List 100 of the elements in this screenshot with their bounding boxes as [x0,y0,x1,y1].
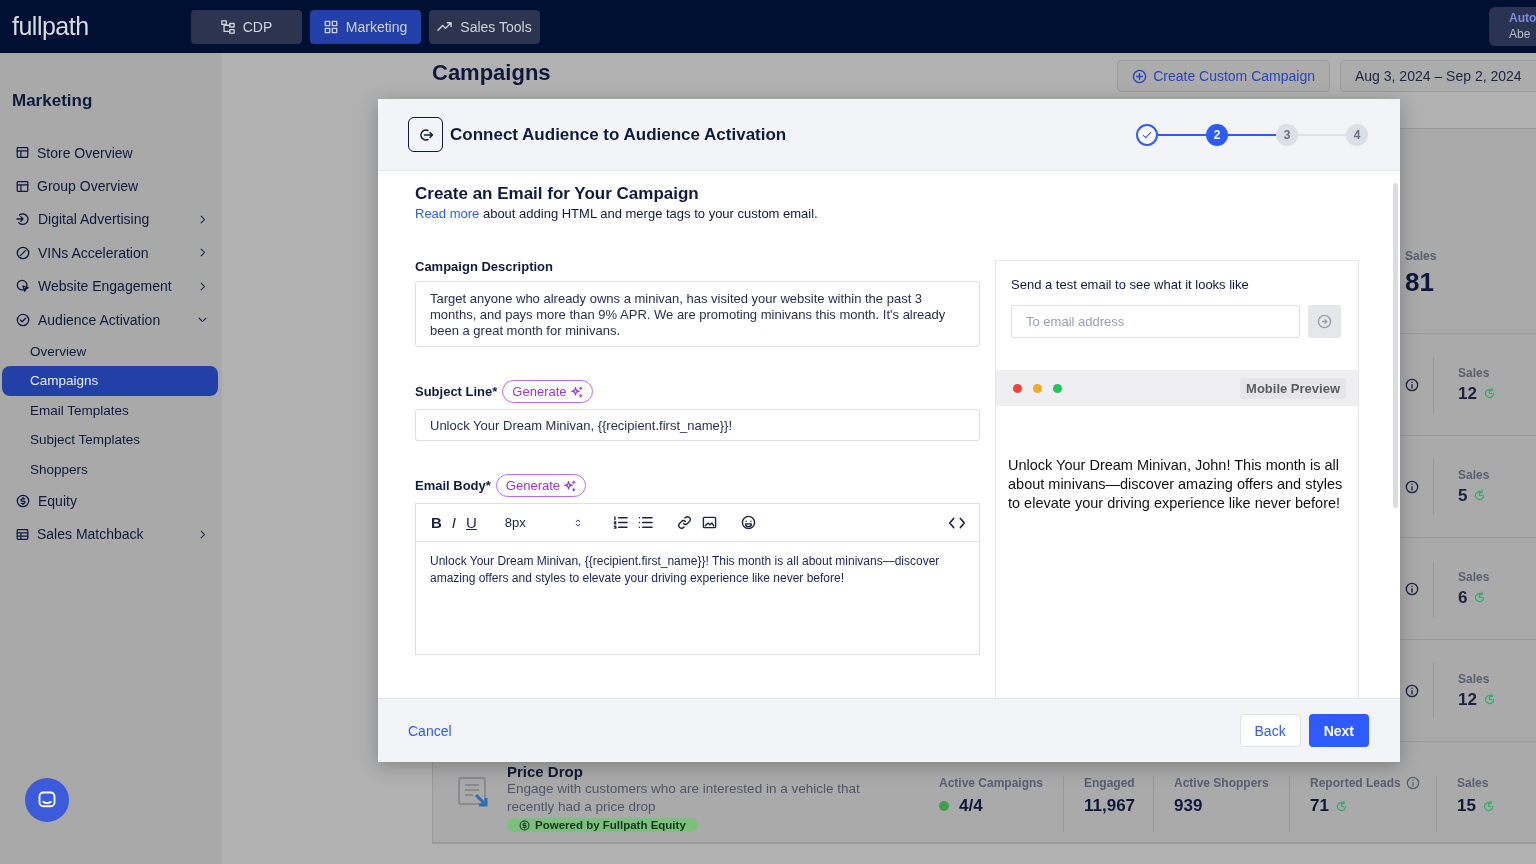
description-field[interactable]: Target anyone who already owns a minivan, has visited your website within the past 3 months, and pays more than 9% APR. We are promoting minivans this month. It's already been a great month for minivans. [415,281,980,347]
window-dot [1053,383,1062,393]
window-dot [1013,383,1022,393]
sidebar-title: Marketing [12,91,94,111]
back-button[interactable]: Back [1239,714,1301,747]
field-label: Subject Line* [415,383,498,400]
create-campaign-button[interactable]: Create Custom Campaign [1117,60,1330,92]
image-icon [701,515,717,530]
info-icon [1405,776,1420,790]
field-label: Email Body* [415,477,491,494]
stat-value: 12 [1458,383,1477,404]
subject-field[interactable]: Unlock Your Dream Minivan, {{recipient.first_name}}! [415,409,980,441]
stat-label: Reported Leads [1310,776,1401,790]
step-number: 4 [1346,123,1368,146]
dollar-icon [519,819,530,831]
scrollbar-thumb[interactable] [1393,183,1398,508]
window-icon [16,179,29,193]
link-icon [676,515,692,530]
stat-value: 4/4 [959,796,983,816]
sidebar-item[interactable]: VINs Acceleration [0,236,222,270]
chat-icon [37,790,57,810]
refresh-icon [1481,799,1495,813]
sidebar-subitem[interactable]: Email Templates [2,395,218,426]
dollar-icon [16,494,30,508]
status-dot [939,801,949,811]
nav-tab[interactable]: Sales Tools [429,9,540,44]
info-icon [1405,683,1419,698]
table-icon [16,527,29,541]
sidebar-item[interactable]: Store Overview [0,136,222,170]
smiley-icon [740,515,756,530]
section-heading: Create an Email for Your Campaign [415,183,700,205]
numbered-list-icon [612,515,628,530]
stat-value: 15 [1457,796,1476,816]
window-icon [16,146,29,160]
cancel-link[interactable]: Cancel [408,722,452,739]
sparkle-icon [564,479,577,492]
stat-label: Sales [1405,249,1438,263]
stat-label: Sales [1458,569,1490,584]
logo: fullpath [11,12,90,41]
sidebar-item[interactable]: Audience Activation [0,302,222,337]
page-title: Campaigns [432,60,552,86]
sidebar-subitem[interactable]: Subject Templates [2,425,218,455]
info-icon [1405,581,1419,596]
stat-label: Active Campaigns [939,776,1044,790]
italic-button[interactable]: I [446,509,461,536]
nav-tab[interactable]: CDP [191,9,302,44]
date-range-picker[interactable]: Aug 3, 2024 – Sep 2, 2024 [1340,60,1536,92]
sidebar-subitem[interactable]: Overview [2,336,218,366]
sidebar-subitem[interactable]: Shoppers [2,454,218,485]
preview-text: Unlock Your Dream Minivan, John! This month is all about minivans—discover amazing offers and styles to elevate your driving experience like never before! [1007,456,1344,513]
refresh-icon [1482,387,1496,400]
refresh-icon [1473,489,1487,502]
nav-tab[interactable]: Marketing [310,9,421,44]
stat-value: 5 [1458,485,1468,506]
sidebar-item[interactable]: Sales Matchback [0,517,222,552]
grid-icon [323,19,338,34]
bold-button[interactable]: B [426,509,447,536]
generate-button[interactable]: Generate [495,474,587,497]
email-address-field[interactable]: To email address [1011,305,1300,338]
generate-button[interactable]: Generate [502,380,593,403]
sidebar-item[interactable]: Digital Advertising [0,202,222,237]
step-number: 2 [1206,123,1228,146]
sidebar-subitem[interactable]: Campaigns [2,365,218,396]
check-circle-icon [16,312,30,327]
stat-value: 71 [1310,796,1329,816]
send-icon [1317,314,1332,329]
plus-circle-icon [1132,68,1148,84]
read-more-link[interactable]: Read more [415,206,480,221]
info-icon [1405,479,1419,494]
stat-label: Sales [1457,776,1489,790]
intro-text: Read more about adding HTML and merge tags to your custom email. [415,205,819,223]
stat-value: 939 [1174,796,1203,816]
test-email-prompt: Send a test email to see what it looks like [1011,277,1250,292]
stat-value: 6 [1458,587,1468,608]
sidebar-item[interactable]: Website Engagement [0,269,222,303]
window-dot [1033,383,1042,393]
underline-button[interactable]: U [461,509,482,536]
sparkle-icon [570,385,583,398]
sidebar-item[interactable]: Group Overview [0,169,222,203]
equity-badge: Powered by Fullpath Equity [507,818,698,832]
stat-label: Active Shoppers [1174,776,1269,790]
campaign-title: Price Drop [507,764,583,780]
email-body-text[interactable]: Unlock Your Dream Minivan, {{recipient.first_name}}! This month is all about minivans—discover amazing offers and styles to elevate your driving experience like never before! [416,542,979,598]
account-switcher[interactable]: Auto Abe [1489,7,1536,46]
field-label: Campaign Description [415,259,554,275]
refresh-icon [1334,799,1348,813]
stat-label: Sales [1458,467,1490,482]
stat-label: Engaged [1084,776,1135,790]
hierarchy-icon [220,19,235,34]
modal-title: Connect Audience to Audience Activation [450,124,788,145]
preview-label: Mobile Preview [1240,377,1346,399]
stat-label: Sales [1458,671,1491,686]
stat-label: Sales [1458,365,1491,380]
campaign-description: Engage with customers who are interested in a vehicle that recently had a price drop [507,780,861,816]
font-size-select[interactable]: 8px [499,509,588,536]
refresh-icon [1473,591,1487,604]
circle-arrow-icon [16,212,30,227]
refresh-icon [1482,693,1496,706]
next-button[interactable]: Next [1308,714,1369,747]
sidebar-item[interactable]: Equity [0,484,222,518]
